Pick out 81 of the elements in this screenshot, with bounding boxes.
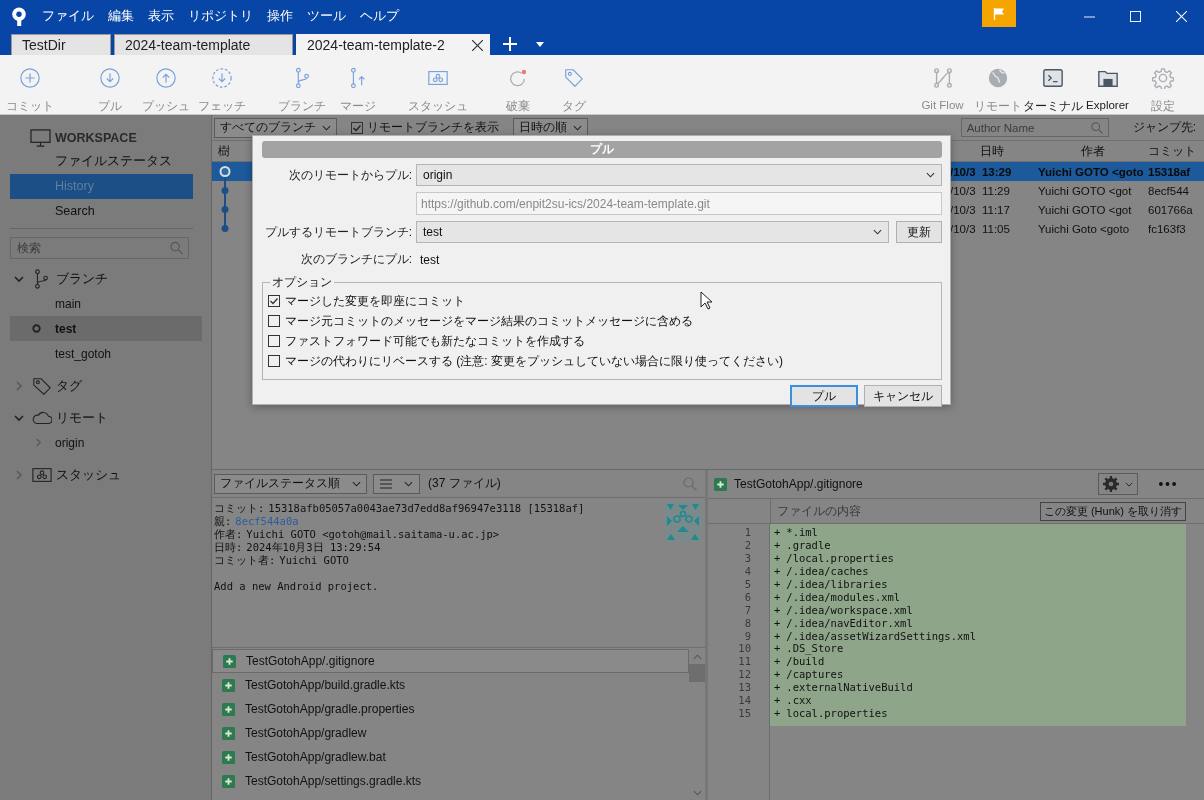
hash-cell: 15318af	[1148, 165, 1190, 178]
code-line: .gradle	[786, 538, 831, 552]
code-line: .DS_Store	[786, 642, 844, 656]
field-label: プルするリモートブランチ:	[263, 223, 412, 241]
author-cell-text: Yuichi Goto <goto	[1037, 222, 1131, 235]
line-number: 9	[744, 629, 751, 643]
line-number: 11	[738, 655, 751, 669]
code-line: local.properties	[786, 707, 888, 721]
code-line: /.idea/navEditor.xml	[786, 616, 913, 630]
field-label: 次のリモートからプル:	[287, 166, 412, 184]
branch-name: origin	[55, 435, 85, 450]
column-header: ファイルの内容	[777, 503, 861, 519]
author-cell-text: Yuichi GOTO <got	[1037, 184, 1133, 197]
line-number: 13	[738, 681, 751, 695]
jump-label: ジャンプ先:	[1132, 119, 1196, 136]
dialog-title: プル	[262, 141, 942, 158]
code-line: /.idea/assetWizardSettings.xml	[786, 629, 976, 643]
diff-sign: +	[774, 538, 781, 552]
line-number: 8	[744, 616, 751, 630]
code-line: /captures	[786, 668, 844, 682]
diff-sign: +	[774, 564, 781, 578]
detail-label: 親:	[214, 515, 232, 527]
date-cell-text: /10/3 11:05	[950, 222, 1011, 235]
line-number: 15	[738, 707, 751, 721]
line-number: 12	[738, 668, 751, 682]
line-number: 7	[744, 603, 751, 617]
section-title: WORKSPACE	[55, 131, 137, 145]
commit-message: Add a new Android project.	[214, 580, 380, 593]
code-line: /.idea/caches	[786, 564, 869, 578]
line-number: 4	[744, 564, 751, 578]
code-line: /.idea/modules.xml	[786, 590, 901, 604]
diff-sign: +	[774, 590, 781, 604]
detail-label: 作者:	[214, 528, 243, 540]
field-label: 次のブランチにプル:	[299, 251, 412, 268]
diff-sign: +	[774, 551, 781, 565]
diff-sign: +	[774, 707, 781, 721]
diff-sign: +	[774, 616, 781, 630]
diff-sign: +	[774, 629, 781, 643]
code-line: /build	[786, 655, 825, 669]
line-number: 14	[738, 694, 751, 708]
diff-sign: +	[774, 642, 781, 656]
branch-name: test_gotoh	[55, 346, 112, 361]
branch-name: main	[55, 296, 81, 311]
line-number: 5	[744, 577, 751, 591]
code-line: /.idea/libraries	[786, 577, 888, 591]
target-branch: test	[420, 252, 440, 267]
detail-value: 15318afb05057a0043ae73d7edd8af96947e3118 [15318af]	[268, 502, 585, 514]
date-cell-text: /10/3 11:17	[950, 203, 1011, 216]
code-line: .externalNativeBuild	[786, 681, 913, 695]
detail-label: コミット者:	[214, 554, 276, 566]
line-number: 10	[738, 642, 751, 656]
line-number: 1	[744, 526, 751, 539]
line-number: 2	[744, 538, 751, 552]
diff-sign: +	[774, 694, 781, 708]
detail-value: 2024年10月3日 13:29:54	[246, 541, 381, 553]
branch-name: test	[55, 321, 77, 336]
detail-label: 日時:	[214, 541, 243, 553]
code-line: /.idea/workspace.xml	[786, 603, 913, 617]
detail-value: Yuichi GOTO <gotoh@mail.saitama-u.ac.jp>	[246, 528, 500, 540]
diff-sign: +	[774, 577, 781, 591]
file-count: (37 ファイル)	[428, 475, 501, 492]
file-name: TestGotohApp/.gitignore	[734, 477, 863, 491]
detail-label: コミット:	[214, 502, 265, 514]
diff-sign: +	[774, 655, 781, 669]
author-cell-text: Yuichi GOTO <goto	[1037, 165, 1145, 178]
detail-value: Yuichi GOTO	[279, 554, 349, 566]
date-cell-text: /10/3 11:29	[950, 184, 1011, 197]
hash-cell: 8ecf544	[1148, 184, 1190, 197]
diff-sign: +	[774, 526, 781, 539]
diff-sign: +	[774, 681, 781, 695]
date-cell-text: /10/3 13:29	[950, 165, 1013, 178]
code-line: *.iml	[786, 526, 818, 539]
diff-sign: +	[774, 603, 781, 617]
code-line: .cxx	[786, 694, 812, 708]
code-line: /local.properties	[786, 551, 894, 565]
hash-cell-text: fc163f3	[1148, 222, 1187, 235]
line-number: 3	[744, 551, 751, 565]
group-title: オプション	[271, 274, 333, 291]
author-cell-text: Yuichi GOTO <got	[1037, 203, 1133, 216]
line-number: 6	[744, 590, 751, 604]
diff-sign: +	[774, 668, 781, 682]
